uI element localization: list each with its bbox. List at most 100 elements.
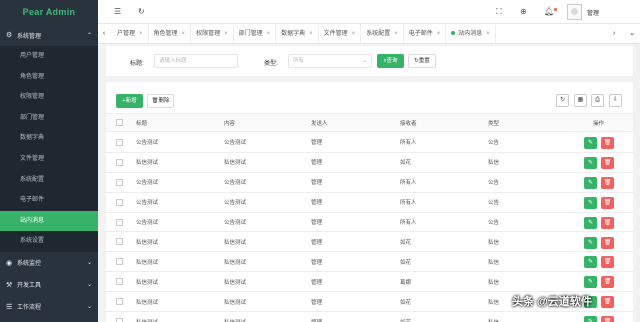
close-icon[interactable]: × (437, 31, 441, 37)
edit-icon[interactable]: ✎ (584, 276, 597, 289)
row-checkbox[interactable] (116, 233, 123, 252)
trash-icon[interactable]: 🗑︎ (601, 176, 614, 189)
table-row[interactable]: 私信测试 私信测试 管理 如花 私信 ✎ 🗑︎ (106, 312, 633, 322)
edit-icon[interactable]: ✎ (584, 176, 597, 189)
trash-icon[interactable]: 🗑︎ (601, 137, 614, 149)
table-row[interactable]: 私信测试 私信测试 管理 如花 私信 ✎ 🗑︎ (106, 252, 633, 273)
edit-icon[interactable]: ✎ (584, 216, 597, 229)
search-card: 标题: 请输入标题 类型: 所有 ⌄ (106, 46, 633, 76)
sidebar-item-email[interactable]: 电子邮件 (0, 190, 98, 211)
refresh-table-icon[interactable]: ↻ (556, 94, 569, 107)
tab-config[interactable]: 系统配置 × (361, 24, 404, 43)
columns-icon[interactable]: ▦ (574, 94, 587, 107)
row-checkbox[interactable] (116, 272, 123, 291)
tab-menu-chevron-icon[interactable]: ⌄ (626, 24, 638, 43)
sidebar-item-file[interactable]: 文件管理 (0, 149, 98, 170)
trash-icon[interactable]: 🗑︎ (601, 156, 614, 169)
export-icon[interactable]: ⇩ (609, 94, 622, 107)
cell-type: 公告 (488, 200, 500, 207)
active-dot (451, 31, 456, 36)
close-icon[interactable]: × (394, 31, 398, 37)
table-row[interactable]: 公告测试 公告测试 管理 所有人 公告 ✎ 🗑︎ (106, 133, 633, 153)
edit-icon[interactable]: ✎ (584, 316, 597, 322)
trash-icon[interactable]: 🗑︎ (601, 316, 614, 322)
tab-messages[interactable]: 站内消息 × (446, 24, 496, 43)
sidebar-item-messages[interactable]: 站内消息 (0, 210, 98, 232)
trash-icon[interactable]: 🗑︎ (601, 256, 614, 269)
refresh-icon[interactable]: ↻ (138, 7, 145, 16)
add-button[interactable]: +新增 (116, 94, 143, 108)
bell-icon[interactable]: 🔔︎ (544, 7, 554, 16)
cell-type: 公告 (488, 140, 500, 147)
row-checkbox[interactable] (116, 133, 123, 152)
tab-scroll-left-icon[interactable]: ‹ (98, 24, 110, 43)
table-row[interactable]: 私信测试 私信测试 管理 如花 私信 ✎ 🗑︎ (106, 152, 633, 173)
table-row[interactable]: 私信测试 私信测试 管理 葛娜 私信 ✎ 🗑︎ (106, 272, 633, 293)
close-icon[interactable]: × (139, 31, 143, 37)
close-icon[interactable]: × (224, 31, 228, 37)
close-icon[interactable]: × (486, 31, 490, 37)
sidebar-item-user[interactable]: 用户管理 (0, 46, 98, 67)
fullscreen-icon[interactable]: ⛶ (496, 7, 502, 17)
table-row[interactable]: 私信测试 私信测试 管理 如花 私信 ✎ 🗑︎ (106, 232, 633, 253)
query-button[interactable]: ⌕查询 (377, 54, 404, 68)
edit-icon[interactable]: ✎ (584, 256, 597, 269)
row-checkbox[interactable] (116, 173, 123, 192)
tab-dictionary[interactable]: 数据字典 × (276, 24, 319, 43)
cell-receiver: 如花 (400, 259, 412, 266)
close-icon[interactable]: × (309, 31, 313, 37)
tab-file[interactable]: 文件管理 × (319, 24, 362, 43)
title-input[interactable]: 请输入标题 (154, 54, 238, 68)
row-checkbox[interactable] (116, 213, 123, 232)
sidebar-item-role[interactable]: 角色管理 (0, 67, 98, 88)
sidebar-item-config[interactable]: 系统配置 (0, 170, 98, 191)
reset-label: 重置 (418, 58, 430, 64)
row-checkbox[interactable] (116, 153, 123, 172)
tab-user[interactable]: 户管理 × (112, 24, 149, 43)
trash-icon[interactable]: 🗑︎ (601, 296, 614, 309)
edit-icon[interactable]: ✎ (584, 236, 597, 249)
reset-button[interactable]: ↻重置 (408, 54, 436, 68)
tab-email[interactable]: 电子邮件 × (404, 24, 447, 43)
user-name[interactable]: 管理 (587, 8, 599, 17)
cell-sender: 管理 (311, 140, 323, 147)
sidebar-item-permission[interactable]: 权限管理 (0, 87, 98, 108)
sidebar-item-settings[interactable]: 系统设置 (0, 231, 98, 252)
close-icon[interactable]: × (267, 31, 271, 37)
row-checkbox[interactable] (116, 312, 123, 322)
menu-group-monitor[interactable]: ◉ 系统监控 ⌄ (0, 252, 98, 274)
trash-icon[interactable]: 🗑︎ (601, 196, 614, 209)
edit-icon[interactable]: ✎ (584, 137, 597, 149)
print-icon[interactable]: ⎙ (591, 94, 604, 107)
sidebar-item-department[interactable]: 部门管理 (0, 108, 98, 129)
table-row[interactable]: 公告测试 公告测试 管理 所有人 公告 ✎ 🗑︎ (106, 192, 633, 213)
type-select[interactable]: 所有 ⌄ (288, 54, 372, 68)
sidebar-item-dictionary[interactable]: 数据字典 (0, 128, 98, 149)
edit-icon[interactable]: ✎ (584, 156, 597, 169)
globe-icon[interactable]: ⊕ (520, 7, 527, 16)
close-icon[interactable]: × (182, 31, 186, 37)
tab-scroll-right-icon[interactable]: › (608, 24, 620, 43)
trash-icon[interactable]: 🗑︎ (601, 276, 614, 289)
menu-toggle-icon[interactable]: ☰ (114, 7, 121, 16)
row-checkbox[interactable] (116, 252, 123, 271)
edit-icon[interactable]: ✎ (584, 196, 597, 209)
menu-group-devtools[interactable]: ⚒ 开发工具 ⌄ (0, 274, 98, 296)
menu-group-system-manage[interactable]: ⚙ 系统管理 ⌃ (0, 24, 98, 46)
trash-icon[interactable]: 🗑︎ (601, 236, 614, 249)
avatar[interactable] (567, 4, 582, 20)
table-row[interactable]: 公告测试 公告测试 管理 所有人 公告 ✎ 🗑︎ (106, 172, 633, 193)
trash-icon[interactable]: 🗑︎ (601, 216, 614, 229)
tab-role[interactable]: 角色管理 × (149, 24, 192, 43)
table-row[interactable]: 公告测试 公告测试 管理 所有人 公告 ✎ 🗑︎ (106, 212, 633, 233)
add-label: 新增 (125, 98, 137, 104)
tab-department[interactable]: 部门管理 × (234, 24, 277, 43)
tab-permission[interactable]: 权限管理 × (191, 24, 234, 43)
row-checkbox[interactable] (116, 292, 123, 311)
batch-delete-button[interactable]: 🗑︎删除 (147, 94, 174, 108)
close-icon[interactable]: × (352, 31, 356, 37)
row-checkbox[interactable] (116, 193, 123, 212)
menu-group-workflow[interactable]: ☰ 工作流程 ⌄ (0, 296, 98, 318)
app-logo: Pear Admin (22, 7, 76, 17)
select-all-checkbox[interactable] (116, 114, 123, 131)
